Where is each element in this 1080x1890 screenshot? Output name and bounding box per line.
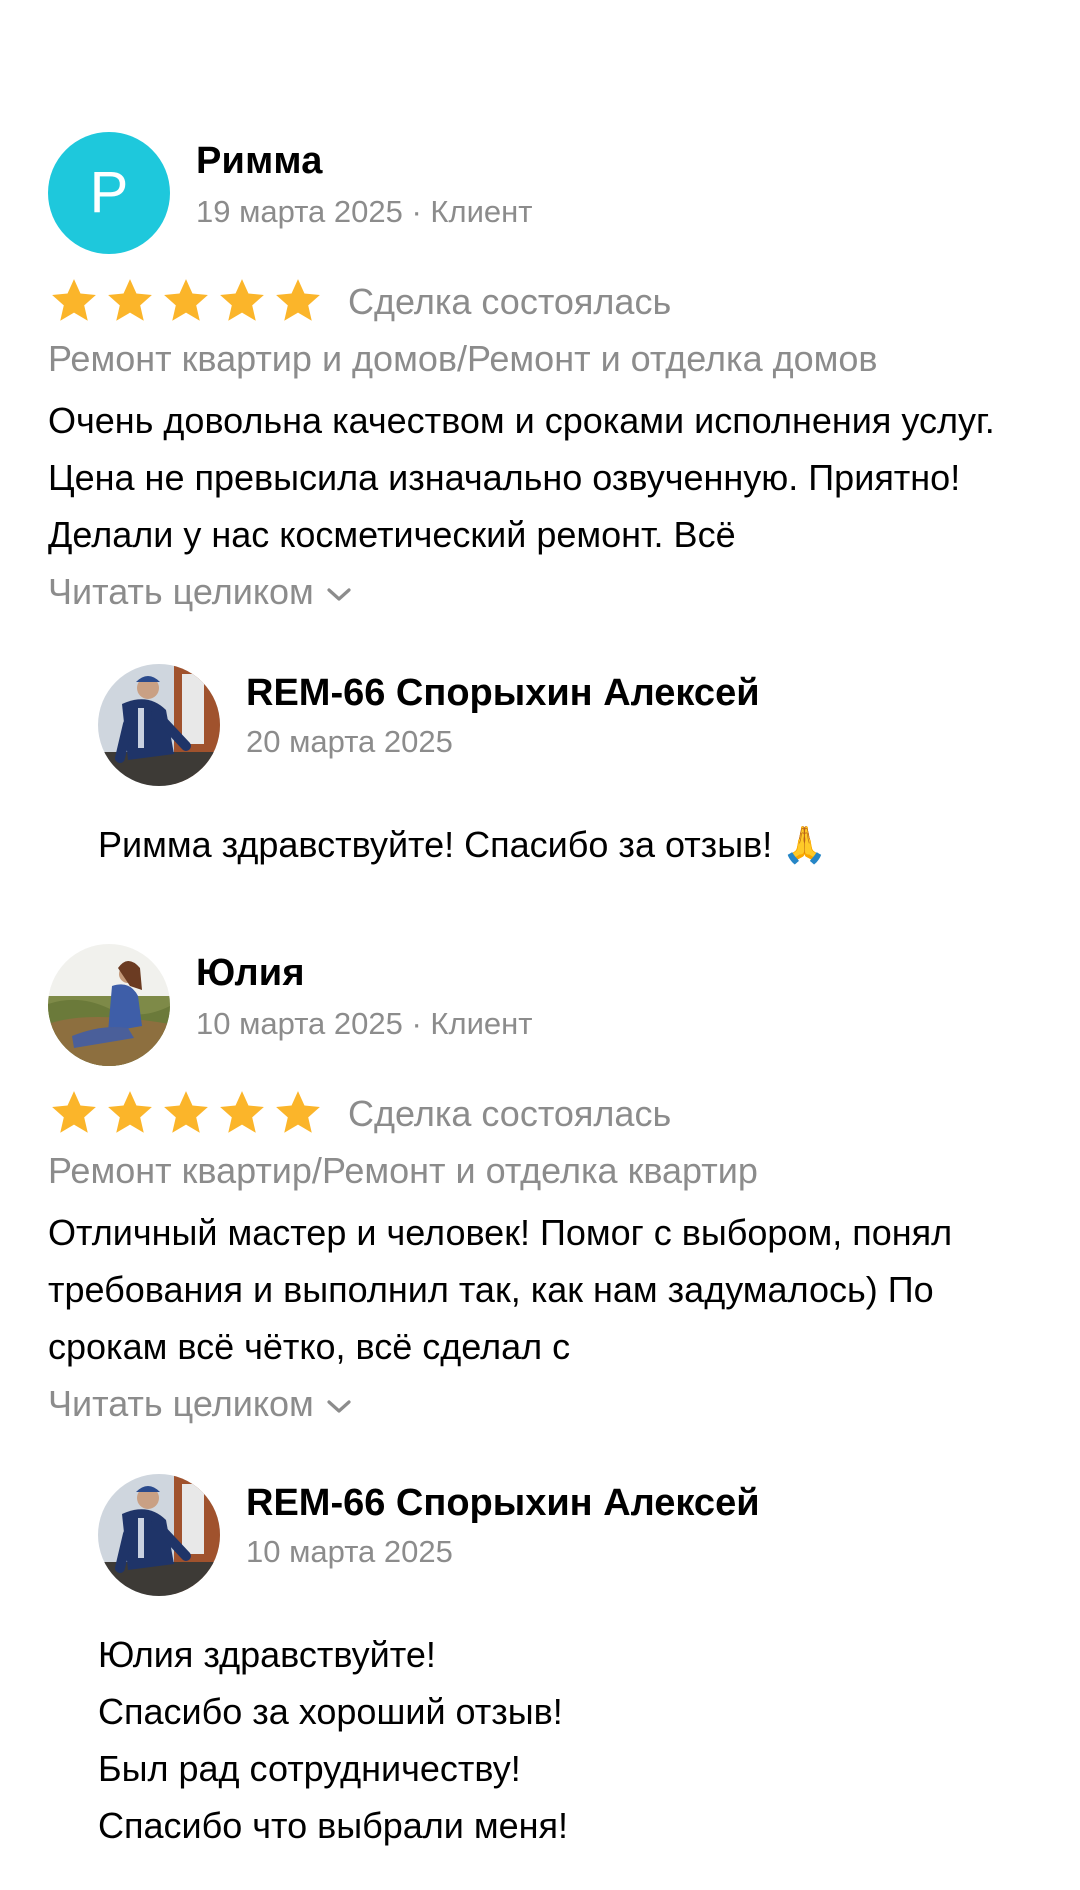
reply-text: Юлия здравствуйте! Спасибо за хороший от…	[98, 1634, 569, 1846]
star-rating	[48, 276, 324, 326]
avatar[interactable]	[48, 944, 170, 1066]
read-more-label: Читать целиком	[48, 1383, 314, 1424]
seller-name[interactable]: REM-66 Спорыхин Алексей	[246, 672, 760, 715]
deal-status: Сделка состоялась	[348, 281, 672, 322]
reply-text: Римма здравствуйте! Спасибо за отзыв! 🙏	[98, 824, 828, 865]
service-category: Ремонт квартир и домов/Ремонт и отделка …	[48, 338, 878, 379]
star-icon	[164, 1091, 208, 1133]
avatar[interactable]: Р	[48, 132, 170, 254]
star-icon	[276, 279, 320, 321]
review-header: Р Римма 19 марта 2025 · Клиент	[48, 132, 1038, 256]
star-icon	[108, 279, 152, 321]
read-more-label: Читать целиком	[48, 571, 314, 612]
author-name[interactable]: Римма	[196, 140, 323, 183]
star-icon	[52, 279, 96, 321]
star-icon	[220, 1091, 264, 1133]
star-icon	[276, 1091, 320, 1133]
reply-header: REM-66 Спорыхин Алексей 10 марта 2025	[98, 1474, 1018, 1598]
service-category: Ремонт квартир/Ремонт и отделка квартир	[48, 1150, 758, 1191]
review-meta: 19 марта 2025 · Клиент	[196, 194, 533, 229]
review-header: Юлия 10 марта 2025 · Клиент	[48, 944, 1038, 1068]
chevron-down-icon	[327, 1400, 351, 1413]
reply-date: 10 марта 2025	[246, 1534, 453, 1569]
rating-row: Сделка состоялась	[48, 276, 1038, 328]
reply-header: REM-66 Спорыхин Алексей 20 марта 2025	[98, 664, 1018, 788]
deal-status: Сделка состоялась	[348, 1093, 672, 1134]
chevron-down-icon	[327, 588, 351, 601]
reply-date: 20 марта 2025	[246, 724, 453, 759]
user-photo	[48, 944, 170, 1066]
seller-reply: REM-66 Спорыхин Алексей 20 марта 2025 Ри…	[98, 664, 1018, 873]
read-more-button[interactable]: Читать целиком	[48, 1383, 1038, 1425]
author-name[interactable]: Юлия	[196, 952, 305, 995]
review-text: Очень довольна качеством и сроками испол…	[48, 400, 995, 555]
star-icon	[52, 1091, 96, 1133]
read-more-button[interactable]: Читать целиком	[48, 571, 1038, 613]
seller-reply: REM-66 Спорыхин Алексей 10 марта 2025 Юл…	[98, 1474, 1018, 1854]
rating-row: Сделка состоялась	[48, 1088, 1038, 1140]
review-card: Р Римма 19 марта 2025 · Клиент Сделка со…	[48, 132, 1038, 613]
star-icon	[220, 279, 264, 321]
seller-name[interactable]: REM-66 Спорыхин Алексей	[246, 1482, 760, 1525]
seller-photo	[98, 1474, 220, 1596]
seller-avatar[interactable]	[98, 1474, 220, 1596]
review-card: Юлия 10 марта 2025 · Клиент Сделка состо…	[48, 944, 1038, 1425]
review-text: Отличный мастер и человек! Помог с выбор…	[48, 1212, 953, 1367]
review-meta: 10 марта 2025 · Клиент	[196, 1006, 533, 1041]
star-icon	[108, 1091, 152, 1133]
star-rating	[48, 1088, 324, 1138]
seller-photo	[98, 664, 220, 786]
star-icon	[164, 279, 208, 321]
seller-avatar[interactable]	[98, 664, 220, 786]
